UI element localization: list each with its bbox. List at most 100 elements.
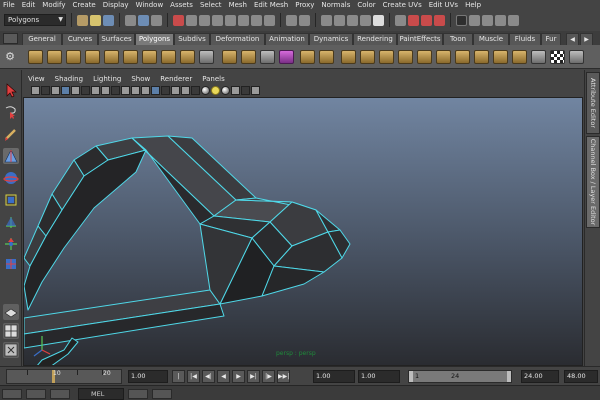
tool-settings-toggle-icon[interactable] (495, 14, 506, 26)
poly-pyramid-icon[interactable] (161, 50, 176, 64)
tab-general[interactable]: General (22, 33, 62, 45)
gate-mask-icon[interactable] (101, 85, 110, 95)
panel-menu-shading[interactable]: Shading (50, 74, 88, 84)
tab-curves[interactable]: Curves (62, 33, 98, 45)
sidebar-toggle-icon[interactable] (469, 14, 480, 26)
bevel-icon[interactable] (474, 50, 489, 64)
tab-animation[interactable]: Animation (265, 33, 309, 45)
tab-subdivs[interactable]: Subdivs (174, 33, 210, 45)
tab-muscle[interactable]: Muscle (473, 33, 509, 45)
playback-end-field[interactable]: 48.00 (564, 370, 598, 383)
current-time-field[interactable]: 1.00 (128, 370, 168, 383)
select-joints-icon[interactable] (186, 14, 197, 26)
range-start-field[interactable]: 1.00 (358, 370, 400, 383)
xray-joints-icon[interactable] (241, 85, 250, 95)
range-max-handle[interactable] (507, 371, 511, 382)
select-surfaces-icon[interactable] (212, 14, 223, 26)
playback-start-field[interactable]: 1.00 (313, 370, 355, 383)
menu-create[interactable]: Create (69, 0, 99, 10)
tab-polygons[interactable]: Polygons (135, 33, 174, 45)
single-pane-layout-icon[interactable] (3, 304, 19, 320)
select-misc-icon[interactable] (264, 14, 275, 26)
tab-fur[interactable]: Fur (541, 33, 561, 45)
menu-assets[interactable]: Assets (167, 0, 197, 10)
tab-rendering[interactable]: Rendering (353, 33, 397, 45)
merge-icon[interactable] (493, 50, 508, 64)
soft-mod-tool-icon[interactable] (3, 256, 19, 272)
film-gate-icon[interactable] (81, 85, 90, 95)
snap-grid-icon[interactable] (321, 14, 332, 26)
select-curves-icon[interactable] (199, 14, 210, 26)
menu-color[interactable]: Color (354, 0, 379, 10)
outliner-layout-icon[interactable] (3, 342, 19, 358)
safe-action-icon[interactable] (121, 85, 130, 95)
poly-cube-icon[interactable] (47, 50, 62, 64)
combine-icon[interactable] (222, 50, 237, 64)
textured-icon[interactable] (181, 85, 190, 95)
play-backwards-button[interactable]: ◀ (217, 370, 230, 383)
menu-modify[interactable]: Modify (39, 0, 69, 10)
poly-cone-icon[interactable] (85, 50, 100, 64)
shelf-scroll-left-icon[interactable]: ◀ (566, 33, 579, 45)
shelf-menu-button[interactable] (3, 33, 18, 44)
insert-edge-loop-icon[interactable] (436, 50, 451, 64)
separate-icon[interactable] (241, 50, 256, 64)
poly-torus-icon[interactable] (123, 50, 138, 64)
bottom-button[interactable] (152, 389, 172, 399)
boolean-difference-icon[interactable] (319, 50, 334, 64)
range-min-handle[interactable] (409, 371, 413, 382)
render-frame-icon[interactable] (408, 14, 419, 26)
smooth-shade-icon[interactable] (151, 85, 160, 95)
grid-toggle-icon[interactable] (71, 85, 80, 95)
bottom-button[interactable] (26, 389, 46, 399)
default-light-icon[interactable] (211, 85, 220, 95)
bottom-button[interactable] (2, 389, 22, 399)
panel-menu-panels[interactable]: Panels (197, 74, 230, 84)
channel-box-tab[interactable]: Channel Box / Layer Editor (586, 136, 600, 228)
poly-prism-icon[interactable] (142, 50, 157, 64)
tab-dynamics[interactable]: Dynamics (309, 33, 353, 45)
panel-menu-renderer[interactable]: Renderer (155, 74, 197, 84)
tab-deformation[interactable]: Deformation (210, 33, 265, 45)
tab-surfaces[interactable]: Surfaces (98, 33, 135, 45)
tab-toon[interactable]: Toon (443, 33, 473, 45)
manipulator-tool-icon[interactable] (3, 214, 19, 230)
menu-display[interactable]: Display (100, 0, 133, 10)
range-slider[interactable]: 1 24 (408, 370, 512, 383)
share-icon[interactable] (251, 85, 260, 95)
timeline-track[interactable]: 10 20 (6, 369, 122, 384)
menu-normals[interactable]: Normals (318, 0, 354, 10)
poly-sphere-icon[interactable] (28, 50, 43, 64)
shelf-options-gear-icon[interactable]: ⚙ (4, 49, 16, 65)
menu-window[interactable]: Window (133, 0, 168, 10)
boolean-union-icon[interactable] (300, 50, 315, 64)
wireframe-icon[interactable] (141, 85, 150, 95)
select-component-icon[interactable] (151, 14, 162, 26)
menu-mesh[interactable]: Mesh (226, 0, 251, 10)
panel-menu-show[interactable]: Show (126, 74, 155, 84)
snap-point-icon[interactable] (347, 14, 358, 26)
menu-create-uvs[interactable]: Create UVs (380, 0, 426, 10)
bottom-button[interactable] (128, 389, 148, 399)
tab-painteffects[interactable]: PaintEffects (397, 33, 443, 45)
play-forwards-button[interactable]: ▶ (232, 370, 245, 383)
select-deformations-icon[interactable] (225, 14, 236, 26)
camera-attributes-icon[interactable] (41, 85, 50, 95)
last-tool-icon[interactable] (3, 236, 19, 252)
menu-edit[interactable]: Edit (19, 0, 40, 10)
select-object-icon[interactable] (138, 14, 149, 26)
select-dynamics-icon[interactable] (238, 14, 249, 26)
bottom-button[interactable] (50, 389, 70, 399)
poke-face-icon[interactable] (531, 50, 546, 64)
append-polygon-icon[interactable] (379, 50, 394, 64)
ipr-render-icon[interactable] (421, 14, 432, 26)
lasso-tool-icon[interactable] (3, 104, 19, 120)
highlight-selection-icon[interactable] (299, 14, 310, 26)
poly-cylinder-icon[interactable] (66, 50, 81, 64)
move-tool-icon[interactable] (3, 148, 19, 164)
open-scene-icon[interactable] (90, 14, 101, 26)
field-chart-icon[interactable] (111, 85, 120, 95)
uv-checker-icon[interactable] (550, 50, 565, 64)
extract-icon[interactable] (260, 50, 275, 64)
bookmarks-icon[interactable] (51, 85, 60, 95)
